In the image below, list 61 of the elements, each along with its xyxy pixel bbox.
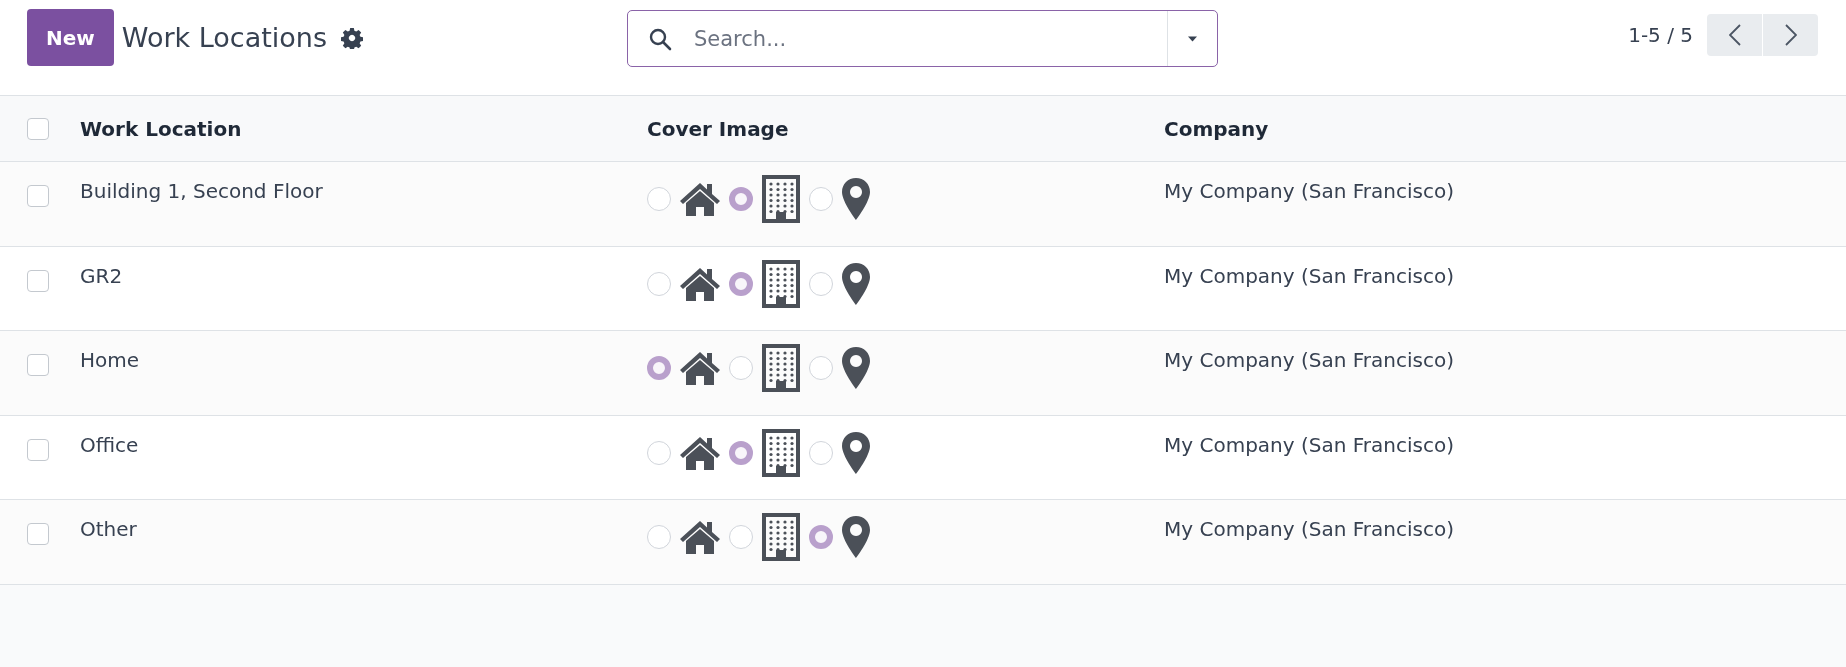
map-pin-icon (841, 177, 871, 221)
radio-button[interactable] (729, 440, 753, 465)
select-all-checkbox[interactable] (27, 117, 49, 140)
chevron-left-icon (1728, 24, 1741, 46)
pager-value: 1-5 / 5 (1628, 23, 1693, 47)
office-building-icon (761, 427, 801, 478)
search-input[interactable]: Search... (692, 10, 1167, 67)
table-cell-text: Building 1, Second Floor (80, 178, 324, 203)
office-building-icon (761, 258, 801, 309)
row-checkbox[interactable] (27, 438, 49, 461)
radio-button[interactable] (647, 440, 671, 465)
row-checkbox[interactable] (27, 185, 49, 207)
settings-icon[interactable] (341, 26, 363, 49)
next-page-button[interactable] (1763, 14, 1818, 56)
table-cell-text: My Company (San Francisco) (1164, 178, 1455, 203)
table-cell-text: My Company (San Francisco) (1164, 347, 1455, 372)
column-header[interactable]: Work Location (80, 116, 647, 141)
house-icon (679, 265, 721, 302)
table-cell-text: Other (80, 516, 138, 541)
radio-button[interactable] (809, 356, 833, 380)
map-pin-icon (841, 346, 871, 390)
page-title: Work Locations (121, 22, 327, 53)
radio-button[interactable] (729, 356, 753, 380)
radio-button[interactable] (647, 271, 671, 296)
office-building-icon (761, 343, 801, 393)
table-cell-text: My Company (San Francisco) (1164, 262, 1455, 288)
office-building-icon (761, 174, 801, 224)
radio-button[interactable] (647, 525, 671, 549)
new-button[interactable]: New (27, 9, 114, 66)
radio-button[interactable] (729, 525, 753, 549)
radio-button[interactable] (809, 271, 833, 296)
map-pin-icon (841, 430, 871, 475)
radio-button[interactable] (809, 525, 833, 549)
row-checkbox[interactable] (27, 523, 49, 545)
radio-button[interactable] (647, 187, 671, 211)
table-cell-text: Home (80, 347, 141, 372)
search-field[interactable]: Search... (627, 10, 1218, 67)
column-header[interactable]: Cover Image (647, 116, 1164, 141)
radio-button[interactable] (809, 440, 833, 465)
house-icon (679, 350, 721, 386)
house-icon (679, 434, 721, 471)
radio-button[interactable] (729, 271, 753, 296)
house-icon (679, 181, 721, 217)
row-checkbox[interactable] (27, 269, 49, 292)
house-icon (679, 519, 721, 555)
previous-page-button[interactable] (1707, 14, 1762, 56)
radio-button[interactable] (647, 356, 671, 380)
radio-button[interactable] (809, 187, 833, 211)
chevron-right-icon (1784, 24, 1797, 46)
table-cell-text: My Company (San Francisco) (1164, 431, 1455, 457)
search-icon (648, 26, 672, 51)
table-cell-text: GR2 (80, 262, 124, 288)
column-header[interactable]: Company (1164, 116, 1846, 141)
row-checkbox[interactable] (27, 354, 49, 376)
office-building-icon (761, 512, 801, 562)
caret-icon (1188, 34, 1197, 43)
radio-button[interactable] (729, 187, 753, 211)
map-pin-icon (841, 261, 871, 306)
table-cell-text: My Company (San Francisco) (1164, 516, 1455, 541)
table-cell-text: Office (80, 431, 140, 457)
map-pin-icon (841, 515, 871, 559)
